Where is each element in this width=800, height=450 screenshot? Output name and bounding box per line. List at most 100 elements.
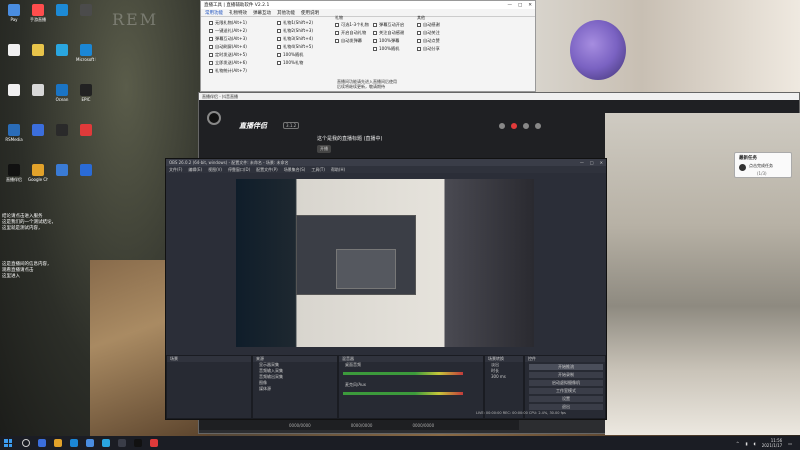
checkbox-box[interactable] (277, 53, 281, 57)
checkbox-box[interactable] (209, 29, 213, 33)
desktop-shortcut[interactable]: 手游直播 (28, 4, 48, 22)
task-notification[interactable]: 最新任务 点击完成任务 (1/3) (734, 152, 792, 178)
desktop-shortcut[interactable]: 直播伴侣 (4, 164, 24, 182)
desktop-shortcut[interactable] (52, 124, 72, 137)
option-checkbox[interactable]: 100%随机 (277, 51, 313, 59)
option-checkbox[interactable]: 礼物1(Shift+2) (277, 19, 313, 27)
virtual-camera-button[interactable]: 启动虚拟摄像机 (529, 380, 603, 386)
obs-menu-item[interactable]: 视图(V) (208, 167, 222, 172)
option-checkbox[interactable]: 礼物2(Shift+3) (277, 27, 313, 35)
volume-icon[interactable]: ◖ (754, 441, 756, 446)
option-checkbox[interactable]: 自动分享 (417, 45, 440, 53)
option-checkbox[interactable]: 礼物4(Shift+5) (277, 43, 313, 51)
desktop-shortcut[interactable] (4, 44, 24, 57)
menu-item[interactable]: 常用功能 (205, 10, 223, 16)
menu-item[interactable]: 礼物特效 (229, 10, 247, 16)
record-icon[interactable] (511, 123, 517, 129)
obs-icon[interactable] (118, 439, 126, 447)
option-checkbox[interactable]: 100%礼物 (277, 59, 313, 67)
option-checkbox[interactable]: 关注自动感谢 (373, 29, 404, 37)
checkbox-box[interactable] (277, 37, 281, 41)
close-icon[interactable]: ✕ (528, 3, 532, 8)
option-checkbox[interactable]: 弹幕互动开启 (373, 21, 404, 29)
edge-icon[interactable] (70, 439, 78, 447)
option-checkbox[interactable]: 自动点赞 (417, 37, 440, 45)
studio-mode-button[interactable]: 工作室模式 (529, 388, 603, 394)
duration-value[interactable]: 300 ms (485, 374, 523, 380)
menu-item[interactable]: 其他功能 (277, 10, 295, 16)
option-checkbox[interactable]: 自动感谢 (417, 21, 440, 29)
checkbox-box[interactable] (277, 45, 281, 49)
checkbox-box[interactable] (209, 53, 213, 57)
option-checkbox[interactable]: 自动刷屏(Alt+4) (209, 43, 247, 51)
checkbox-box[interactable] (277, 29, 281, 33)
start-streaming-button[interactable]: 开始推流 (529, 364, 603, 370)
menu-item[interactable]: 弹幕互动 (253, 10, 271, 16)
obs-menu-item[interactable]: 配置文件(P) (256, 167, 278, 172)
desktop-shortcut[interactable] (52, 4, 72, 17)
checkbox-box[interactable] (209, 21, 213, 25)
option-checkbox[interactable]: 一键送礼(Alt+2) (209, 27, 247, 35)
checkbox-box[interactable] (417, 39, 421, 43)
obs-titlebar[interactable]: OBS 26.0.2 (64-bit, windows) - 配置文件: 未命名… (166, 159, 606, 166)
checkbox-box[interactable] (417, 47, 421, 51)
minimize-icon[interactable]: — (580, 160, 584, 165)
option-checkbox[interactable]: 无限礼物(Alt+1) (209, 19, 247, 27)
checkbox-box[interactable] (277, 61, 281, 65)
file-explorer-icon[interactable] (54, 439, 62, 447)
option-checkbox[interactable]: 可选1-3个礼物 (335, 21, 369, 29)
checkbox-box[interactable] (373, 47, 377, 51)
live-app-icon[interactable] (134, 439, 142, 447)
start-recording-button[interactable]: 开始录制 (529, 372, 603, 378)
option-checkbox[interactable]: 开启自动礼物 (335, 29, 369, 37)
option-checkbox[interactable]: 弹幕互动(Alt+3) (209, 35, 247, 43)
obs-menu-item[interactable]: 停靠窗口(D) (228, 167, 250, 172)
obs-menu-item[interactable]: 帮助(H) (331, 167, 345, 172)
option-checkbox[interactable]: 定时发送(Alt+5) (209, 51, 247, 59)
desktop-shortcut[interactable]: EPIC (76, 84, 96, 102)
maximize-icon[interactable]: □ (590, 160, 594, 165)
desktop-shortcut[interactable] (76, 4, 96, 17)
chevron-up-icon[interactable]: ^ (736, 441, 739, 446)
settings-button[interactable]: 设置 (529, 396, 603, 402)
desktop-shortcut[interactable]: RSMedia (4, 124, 24, 142)
desktop-shortcut[interactable] (76, 164, 96, 177)
utility-titlebar[interactable]: 直播工具 | 直播辅助软件 V2.2.1 — □ ✕ (201, 1, 535, 9)
checkbox-box[interactable] (373, 23, 377, 27)
checkbox-box[interactable] (335, 39, 339, 43)
notification-center-icon[interactable]: ▭ (788, 441, 792, 446)
option-checkbox[interactable]: 礼物统计(Alt+7) (209, 67, 247, 75)
checkbox-box[interactable] (209, 69, 213, 73)
desktop-shortcut[interactable] (28, 124, 48, 137)
checkbox-box[interactable] (373, 39, 377, 43)
settings-icon[interactable] (499, 123, 505, 129)
start-live-button[interactable]: 开播 (317, 145, 331, 153)
app-icon[interactable] (150, 439, 158, 447)
chrome-icon[interactable] (86, 439, 94, 447)
obs-menu-item[interactable]: 文件(F) (169, 167, 182, 172)
clock[interactable]: 11:56 2021/1/17 (762, 438, 783, 448)
desktop-shortcut[interactable]: Google Chrome (28, 164, 48, 182)
checkbox-box[interactable] (335, 31, 339, 35)
task-view-icon[interactable] (38, 439, 46, 447)
option-checkbox[interactable]: 自动发弹幕 (335, 37, 369, 45)
desktop-shortcut[interactable]: Ocean (52, 84, 72, 102)
option-checkbox[interactable]: 自动关注 (417, 29, 440, 37)
obs-menu-item[interactable]: 编辑(E) (188, 167, 202, 172)
menu-item[interactable]: 使用说明 (301, 10, 319, 16)
network-icon[interactable]: ▮ (745, 441, 747, 446)
minimize-icon[interactable]: — (507, 3, 512, 8)
checkbox-box[interactable] (209, 45, 213, 49)
option-checkbox[interactable]: 100%随机 (373, 45, 404, 53)
app-icon[interactable] (102, 439, 110, 447)
exit-button[interactable]: 退出 (529, 404, 603, 410)
obs-menu-item[interactable]: 场景集合(S) (284, 167, 306, 172)
source-item[interactable]: 媒体源 (253, 386, 337, 392)
desktop-shortcut[interactable] (52, 164, 72, 177)
option-checkbox[interactable]: 立即发送(Alt+6) (209, 59, 247, 67)
obs-preview[interactable] (236, 179, 534, 347)
live-app-titlebar[interactable]: 直播伴侣 - 抖音直播 (199, 93, 799, 100)
checkbox-box[interactable] (277, 21, 281, 25)
desktop-shortcut[interactable] (76, 124, 96, 137)
more-icon[interactable] (535, 123, 541, 129)
